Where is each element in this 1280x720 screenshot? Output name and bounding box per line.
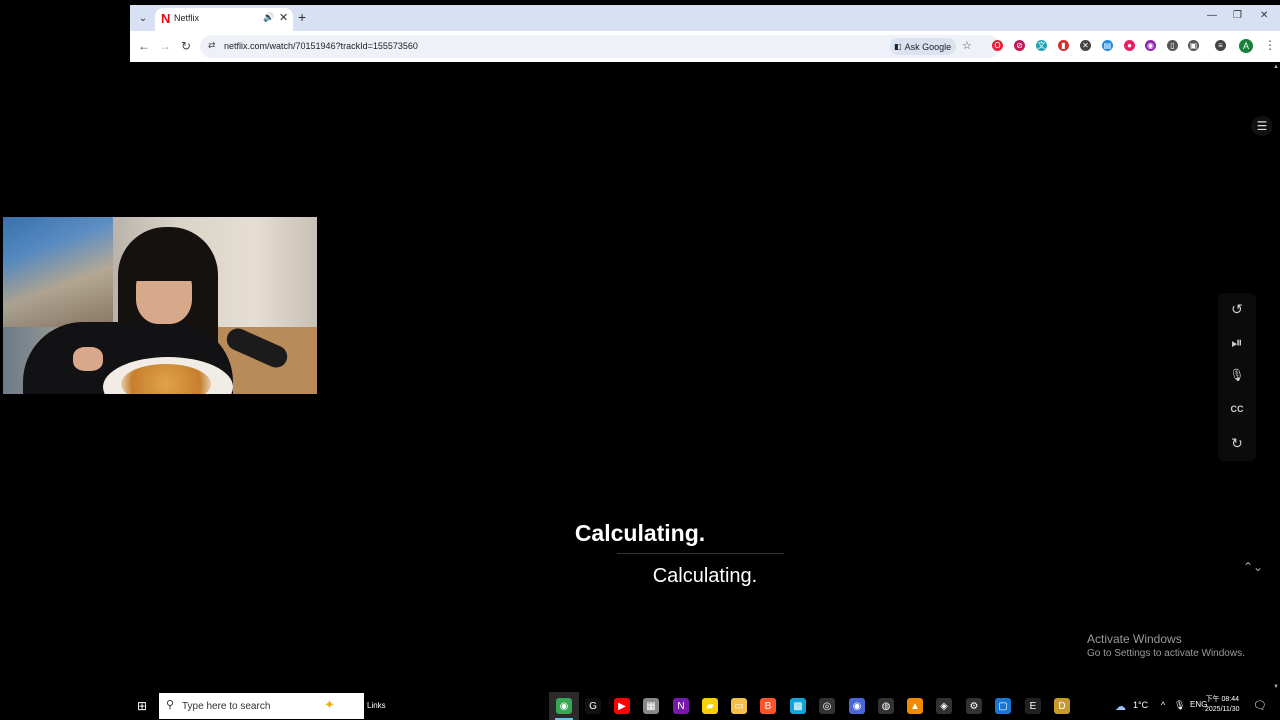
reload-button[interactable]: ↻ xyxy=(181,39,191,53)
rewind-icon[interactable]: ↺ xyxy=(1218,301,1256,318)
youtube-icon[interactable]: ▶ xyxy=(614,698,630,714)
sticky-notes-icon[interactable]: ▰ xyxy=(702,698,718,714)
back-button[interactable]: ← xyxy=(138,39,150,53)
arc-icon[interactable]: G xyxy=(585,698,601,714)
activate-windows-title: Activate Windows xyxy=(1087,632,1182,646)
block-extension-icon[interactable]: ⊘ xyxy=(1014,40,1025,51)
tray-overflow-icon[interactable]: ^ xyxy=(1161,700,1165,710)
webcam-background-shelf xyxy=(3,217,113,327)
brave-icon[interactable]: B xyxy=(760,698,776,714)
chrome-icon[interactable]: ◉ xyxy=(556,698,572,714)
translate-extension-icon[interactable]: 文 xyxy=(1036,40,1047,51)
tray-mic-icon[interactable]: 🎙 xyxy=(1174,700,1185,711)
d-app-icon[interactable]: D xyxy=(1054,698,1070,714)
activate-windows-watermark: Activate Windows Go to Settings to activ… xyxy=(1087,632,1245,659)
taskbar: ⊞ ⚲ Type here to search ✦ Links ◉ G ▶ ▦ N ▰ ▭ B… xyxy=(0,692,1280,720)
links-toolbar[interactable]: Links xyxy=(367,701,386,710)
tab-title: Netflix xyxy=(174,13,200,23)
subtitle-divider xyxy=(617,553,784,554)
app-generic-icon[interactable]: ▦ xyxy=(643,698,659,714)
subtitles-icon[interactable]: CC xyxy=(1218,404,1256,414)
browser-menu-icon[interactable]: ⋮ xyxy=(1264,38,1276,52)
reading-list-icon[interactable]: ≡ xyxy=(1215,40,1226,51)
doc-extension-icon[interactable]: ▤ xyxy=(1102,40,1113,51)
ask-google-label: Ask Google xyxy=(904,41,952,52)
forward-button[interactable]: → xyxy=(159,39,171,53)
site-info-icon[interactable]: ⇄ xyxy=(208,40,216,51)
start-button[interactable]: ⊞ xyxy=(137,699,151,713)
new-tab-button[interactable]: + xyxy=(298,9,306,25)
store-icon[interactable]: ▩ xyxy=(790,698,806,714)
subtitle-secondary: Calculating. xyxy=(652,565,758,587)
browser-toolbar: ← → ↻ ⇄ netflix.com/watch/70151946?track… xyxy=(130,31,1280,62)
profile-avatar[interactable]: A xyxy=(1239,39,1253,53)
taskbar-clock[interactable]: 下午 08:44 2025/11/30 xyxy=(1205,695,1240,715)
minimize-button[interactable]: — xyxy=(1207,10,1217,21)
notification-icon[interactable]: 🗨 xyxy=(1253,699,1267,712)
adblock-extension-icon[interactable]: ● xyxy=(1124,40,1135,51)
weather-temp[interactable]: 1°C xyxy=(1133,700,1148,710)
tab-search-icon[interactable]: ⌄ xyxy=(134,9,152,27)
bookmark-star-icon[interactable]: ☆ xyxy=(962,39,972,52)
puzzle-extension-icon[interactable]: ▣ xyxy=(1188,40,1199,51)
clock-date: 2025/11/30 xyxy=(1205,706,1240,713)
scroll-up-icon[interactable]: ▲ xyxy=(1273,64,1279,70)
ask-google-button[interactable]: ◧ Ask Google xyxy=(890,38,957,55)
clock-time: 下午 08:44 xyxy=(1205,696,1239,703)
window-app-icon[interactable]: ▢ xyxy=(995,698,1011,714)
obs-icon[interactable]: ◍ xyxy=(878,698,894,714)
epic-games-icon[interactable]: E xyxy=(1025,698,1041,714)
lens-icon: ◧ xyxy=(894,42,902,51)
vlc-icon[interactable]: ▲ xyxy=(907,698,923,714)
tools-extension-icon[interactable]: ✕ xyxy=(1080,40,1091,51)
scroll-down-icon[interactable]: ▼ xyxy=(1273,684,1279,690)
file-explorer-icon[interactable]: ▭ xyxy=(731,698,747,714)
menu-icon[interactable]: ☰ xyxy=(1251,116,1273,136)
subtitle-primary: Calculating. xyxy=(574,520,706,546)
browser-window: ⌄ N Netflix 🔊 ✕ + — ❐ ✕ ← → ↻ ⇄ netflix.… xyxy=(130,5,1280,62)
page-scrollbar[interactable] xyxy=(1272,62,1280,694)
weather-icon[interactable]: ☁ xyxy=(1115,700,1126,713)
tab-strip: ⌄ N Netflix 🔊 ✕ + — ❐ ✕ xyxy=(130,5,1280,31)
chrome-profile-icon[interactable]: ◉ xyxy=(849,698,865,714)
settings-icon[interactable]: ⚙ xyxy=(966,698,982,714)
search-icon: ⚲ xyxy=(166,699,175,711)
screen-recorder-icon[interactable]: ◎ xyxy=(819,698,835,714)
player-side-controls: ↺ ⏯ 🎙 CC ↻ xyxy=(1218,293,1256,461)
address-bar[interactable]: ⇄ netflix.com/watch/70151946?trackId=155… xyxy=(200,35,1000,58)
purple-extension-icon[interactable]: ◉ xyxy=(1145,40,1156,51)
taskbar-search-box[interactable]: ⚲ Type here to search ✦ xyxy=(159,693,364,719)
activate-windows-subtitle: Go to Settings to activate Windows. xyxy=(1087,648,1245,659)
onenote-icon[interactable]: N xyxy=(673,698,689,714)
restore-button[interactable]: ❐ xyxy=(1233,10,1242,21)
mic-icon[interactable]: 🎙 xyxy=(1218,368,1256,382)
search-highlight-icon: ✦ xyxy=(324,697,335,712)
davinci-icon[interactable]: ◈ xyxy=(936,698,952,714)
play-pause-icon[interactable]: ⏯ xyxy=(1218,334,1256,351)
mouse-extension-icon[interactable]: ▯ xyxy=(1167,40,1178,51)
webcam-overlay xyxy=(3,217,317,394)
tab-netflix[interactable]: N Netflix 🔊 ✕ xyxy=(155,8,293,31)
red-extension-icon[interactable]: ▮ xyxy=(1058,40,1069,51)
netflix-favicon-icon: N xyxy=(161,11,171,26)
opera-extension-icon[interactable]: O xyxy=(992,40,1003,51)
webcam-hand xyxy=(73,347,103,371)
search-input[interactable]: Type here to search xyxy=(182,701,270,712)
url-text[interactable]: netflix.com/watch/70151946?trackId=15557… xyxy=(224,41,418,51)
forward-icon[interactable]: ↻ xyxy=(1218,435,1256,452)
close-window-button[interactable]: ✕ xyxy=(1260,10,1268,21)
audio-playing-icon[interactable]: 🔊 xyxy=(263,12,274,23)
close-tab-icon[interactable]: ✕ xyxy=(279,11,288,24)
